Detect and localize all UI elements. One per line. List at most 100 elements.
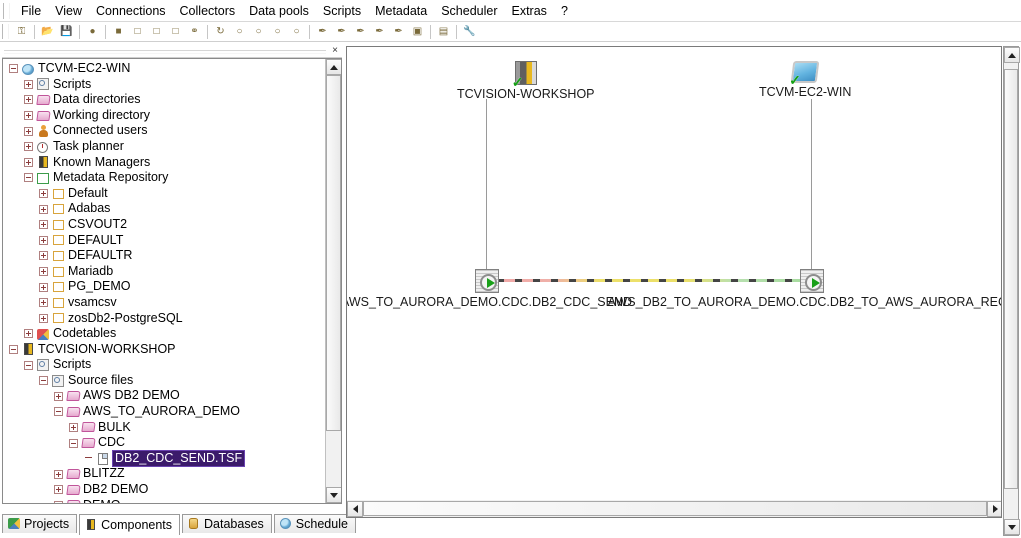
expand-icon[interactable]	[39, 298, 48, 308]
key-icon[interactable]: ⚿	[13, 23, 30, 40]
tree-item[interactable]: Mariadb	[3, 264, 325, 280]
expand-icon[interactable]	[39, 189, 48, 199]
diagram-canvas[interactable]: ✓ TCVISION-WORKSHOP ✓ TCVM-EC2-WIN AWS_T…	[346, 46, 1002, 518]
expand-icon[interactable]	[39, 220, 48, 230]
diagram-hscrollbar-thumb[interactable]	[363, 501, 987, 516]
expand-icon[interactable]	[39, 251, 48, 261]
calendar-icon[interactable]: ▤	[435, 23, 452, 40]
collapse-icon[interactable]	[9, 64, 18, 74]
diagram-node-aurora-recv[interactable]: AWS_DB2_TO_AURORA_DEMO.CDC.DB2_TO_AWS_AU…	[608, 269, 1001, 309]
pen-icon-3[interactable]: ✒	[352, 23, 369, 40]
expand-icon[interactable]	[39, 313, 48, 323]
expand-icon[interactable]	[39, 267, 48, 277]
scroll-down-arrow-icon[interactable]	[1004, 519, 1020, 535]
tree-item[interactable]: Connected users	[3, 123, 325, 139]
tree-item[interactable]: TCVM-EC2-WIN	[3, 61, 325, 77]
collapse-icon[interactable]	[9, 344, 18, 354]
refresh-icon[interactable]: ↻	[212, 23, 229, 40]
tree-item[interactable]: Working directory	[3, 108, 325, 124]
tree-item[interactable]: Adabas	[3, 201, 325, 217]
tree-item[interactable]: vsamcsv	[3, 295, 325, 311]
menu-item-connections[interactable]: Connections	[89, 1, 173, 21]
wrench-icon[interactable]: 🔧	[461, 23, 478, 40]
tree-item[interactable]: PG_DEMO	[3, 279, 325, 295]
expand-icon[interactable]	[54, 485, 63, 495]
tree-item[interactable]: DB2 DEMO	[3, 482, 325, 498]
tree-scrollbar-thumb[interactable]	[326, 75, 341, 431]
tree-item[interactable]: AWS DB2 DEMO	[3, 388, 325, 404]
tree-item[interactable]: DB2_CDC_SEND.TSF	[3, 449, 325, 468]
diagram-node-tcvision-workshop[interactable]: ✓ TCVISION-WORKSHOP	[457, 61, 595, 101]
collapse-icon[interactable]	[24, 173, 33, 183]
menu-item-extras[interactable]: Extras	[505, 1, 554, 21]
shield-icon-4[interactable]: ○	[288, 23, 305, 40]
diagram-node-tcvm-ec2-win[interactable]: ✓ TCVM-EC2-WIN	[759, 61, 851, 99]
tree-scrollbar-track[interactable]	[326, 431, 341, 487]
tree-item[interactable]: CSVOUT2	[3, 217, 325, 233]
diagram-node-cdc-send[interactable]: AWS_TO_AURORA_DEMO.CDC.DB2_CDC_SEND	[347, 269, 632, 309]
expand-icon[interactable]	[54, 469, 63, 479]
expand-icon[interactable]	[24, 111, 33, 121]
menu-item-[interactable]: ?	[554, 1, 575, 21]
expand-icon[interactable]	[54, 500, 63, 503]
pen-icon-5[interactable]: ✒	[390, 23, 407, 40]
expand-icon[interactable]	[69, 422, 78, 432]
tree-item[interactable]: BLITZZ	[3, 466, 325, 482]
menu-drag-grip[interactable]	[3, 2, 10, 19]
menu-item-metadata[interactable]: Metadata	[368, 1, 434, 21]
expand-icon[interactable]	[54, 391, 63, 401]
collapse-icon[interactable]	[54, 407, 63, 417]
door-open-icon[interactable]: ■	[110, 23, 127, 40]
tree-view[interactable]: TCVM-EC2-WIN Scripts Data directories Worki…	[2, 58, 342, 504]
tree-item[interactable]: DEMO	[3, 498, 325, 503]
collapse-icon[interactable]	[69, 438, 78, 448]
menu-item-data-pools[interactable]: Data pools	[242, 1, 316, 21]
open-folder-icon[interactable]: 📂	[39, 23, 56, 40]
tab-projects[interactable]: Projects	[2, 514, 78, 533]
window-icon[interactable]: ▣	[409, 23, 426, 40]
door-icon-4[interactable]: □	[167, 23, 184, 40]
tree-item[interactable]: Codetables	[3, 326, 325, 342]
pen-icon-1[interactable]: ✒	[314, 23, 331, 40]
diagram-vertical-scrollbar[interactable]	[1003, 46, 1020, 536]
scroll-left-arrow-icon[interactable]	[347, 500, 363, 517]
tree-item[interactable]: DEFAULTR	[3, 248, 325, 264]
expand-icon[interactable]	[39, 204, 48, 214]
diagram-vscrollbar-thumb[interactable]	[1004, 69, 1018, 489]
menu-item-view[interactable]: View	[48, 1, 89, 21]
expand-icon[interactable]	[24, 95, 33, 105]
menu-item-scheduler[interactable]: Scheduler	[434, 1, 504, 21]
tree-item[interactable]: DEFAULT	[3, 233, 325, 249]
scroll-down-arrow-icon[interactable]	[326, 487, 341, 503]
collapse-icon[interactable]	[39, 376, 48, 386]
menu-item-scripts[interactable]: Scripts	[316, 1, 368, 21]
close-icon[interactable]: ×	[329, 45, 341, 57]
tree-item[interactable]: Scripts	[3, 77, 325, 93]
collapse-icon[interactable]	[24, 360, 33, 370]
tab-components[interactable]: Components	[79, 514, 181, 535]
toolbar-drag-grip[interactable]	[2, 24, 9, 39]
tree-item[interactable]: zosDb2-PostgreSQL	[3, 311, 325, 327]
tree-item[interactable]: TCVISION-WORKSHOP	[3, 342, 325, 358]
shield-icon-3[interactable]: ○	[269, 23, 286, 40]
save-icon[interactable]: 💾	[58, 23, 75, 40]
shield-icon-1[interactable]: ○	[231, 23, 248, 40]
tree-item[interactable]: CDC	[3, 435, 325, 451]
tree-item[interactable]: BULK	[3, 420, 325, 436]
tree-item[interactable]: Metadata Repository	[3, 170, 325, 186]
door-icon-3[interactable]: □	[148, 23, 165, 40]
shield-icon-2[interactable]: ○	[250, 23, 267, 40]
pen-icon-4[interactable]: ✒	[371, 23, 388, 40]
expand-icon[interactable]	[24, 142, 33, 152]
door-icon-2[interactable]: □	[129, 23, 146, 40]
scroll-right-arrow-icon[interactable]	[987, 500, 1001, 517]
tree-item[interactable]: Source files	[3, 373, 325, 389]
expand-icon[interactable]	[24, 157, 33, 167]
scroll-up-arrow-icon[interactable]	[1004, 47, 1020, 63]
tree-item[interactable]: Scripts	[3, 357, 325, 373]
tree-item[interactable]: AWS_TO_AURORA_DEMO	[3, 404, 325, 420]
expand-icon[interactable]	[39, 235, 48, 245]
pen-icon-2[interactable]: ✒	[333, 23, 350, 40]
tab-schedule[interactable]: Schedule	[273, 514, 356, 533]
tree-item[interactable]: Task planner	[3, 139, 325, 155]
